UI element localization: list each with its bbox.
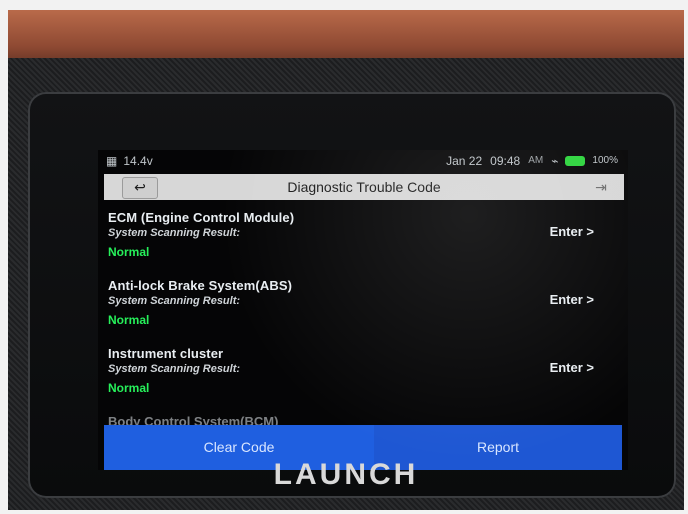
enter-button[interactable]: Enter > — [550, 224, 594, 239]
list-item: Instrument cluster System Scanning Resul… — [108, 346, 628, 412]
list-item: Anti-lock Brake System(ABS) System Scann… — [108, 278, 628, 344]
titlebar: ↩ Diagnostic Trouble Code ⇥ — [104, 174, 624, 200]
system-status: Normal — [108, 245, 150, 259]
calendar-icon: ▦ — [106, 154, 118, 168]
battery-icon — [566, 157, 585, 165]
status-bar-right: Jan 22 09:48 AM ⌁ 100% — [446, 150, 618, 172]
device-brand: LAUNCH — [273, 458, 419, 491]
enter-button[interactable]: Enter > — [550, 292, 594, 307]
wifi-icon: ⌁ — [551, 154, 559, 168]
status-bar-left: ▦ 14.4v — [106, 150, 153, 172]
time-suffix: AM — [528, 155, 544, 166]
diagnostic-screen: ▦ 14.4v Jan 22 09:48 AM ⌁ 100% ↩ Diagnos… — [98, 150, 628, 470]
list-item: ECM (Engine Control Module) System Scann… — [108, 210, 628, 276]
exit-button[interactable]: ⇥ — [592, 178, 610, 196]
device-photo: ▦ 14.4v Jan 22 09:48 AM ⌁ 100% ↩ Diagnos… — [8, 10, 684, 510]
system-name: Anti-lock Brake System(ABS) — [108, 278, 293, 293]
battery-percent: 100% — [592, 155, 618, 166]
status-bar: ▦ 14.4v Jan 22 09:48 AM ⌁ 100% — [98, 150, 628, 172]
system-name: Instrument cluster — [108, 346, 224, 361]
system-name: ECM (Engine Control Module) — [108, 210, 295, 225]
system-list: ECM (Engine Control Module) System Scann… — [98, 210, 628, 415]
date: Jan 22 — [446, 154, 483, 168]
voltage-readout: 14.4v — [123, 154, 153, 168]
system-status: Normal — [108, 313, 150, 327]
time: 09:48 — [490, 154, 521, 168]
exit-icon: ⇥ — [595, 179, 607, 195]
enter-button[interactable]: Enter > — [550, 360, 594, 375]
system-status: Normal — [108, 381, 150, 395]
page-title: Diagnostic Trouble Code — [287, 179, 441, 195]
